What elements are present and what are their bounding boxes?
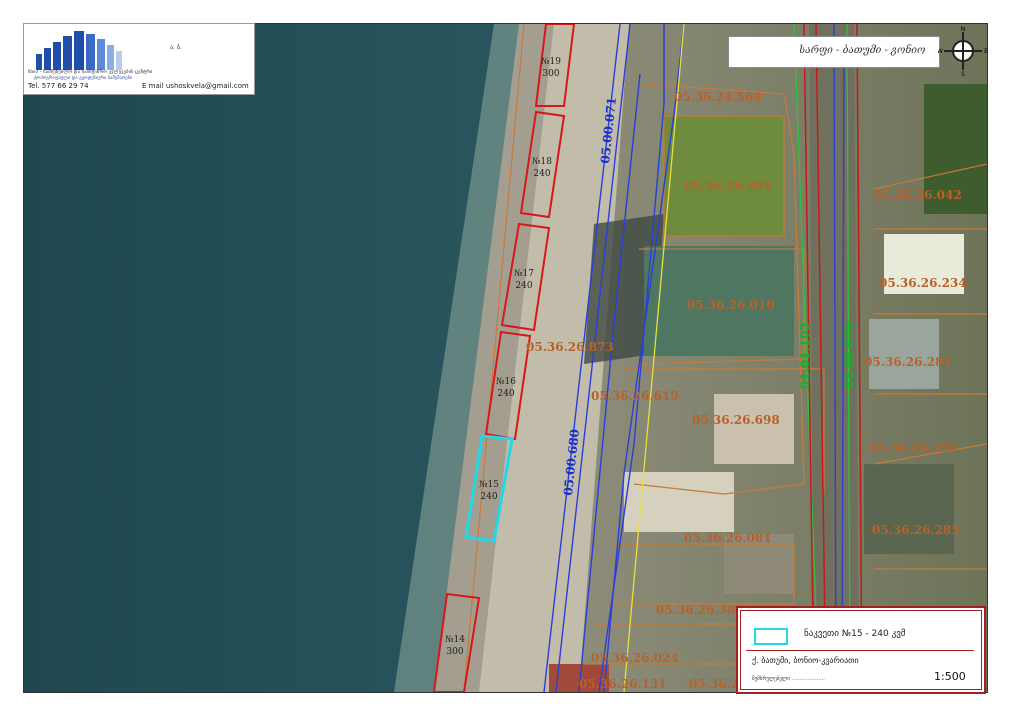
legend-swatch <box>754 628 788 645</box>
road-label-22-00-076: 22.00.076 <box>842 322 856 389</box>
lot-17-number: №17 <box>514 269 534 279</box>
parcel-label: 05.36.26.234 <box>879 276 967 290</box>
company-subtitle: ტოპოგრაფიული და გეოდეზიური სამუშაოები <box>34 76 133 81</box>
lot-15-number: №15 <box>479 480 499 490</box>
compass-n: N <box>961 26 966 33</box>
building-2 <box>714 394 794 464</box>
parcel-label: 05.36.26.081 <box>684 531 772 545</box>
map-scale: 1:500 <box>934 670 966 683</box>
lot-14-area: 300 <box>446 647 463 657</box>
company-logo-icon <box>36 31 122 70</box>
parcel-label: 05.36.26.619 <box>591 389 679 403</box>
legend-divider <box>746 650 974 651</box>
map-canvas[interactable]: №19 300 №18 240 №17 240 №16 240 №15 240 … <box>24 24 987 692</box>
parcel-label: 05.36.26.281 <box>864 355 952 369</box>
parcel-label: 05.36.26.285 <box>872 523 960 537</box>
lot-16-number: №16 <box>496 377 516 387</box>
parcel-label: 05.36.24.568 <box>674 90 762 104</box>
parcel-label: 05.36.26.024 <box>591 651 679 665</box>
compass-w: W <box>938 48 943 55</box>
parcel-label: 05.36.26.491 <box>684 179 772 193</box>
building-7 <box>864 464 954 554</box>
parcel-label: 05.36.26.873 <box>526 340 614 354</box>
legend-caption: ნაკვეთი №15 - 240 კვმ <box>804 629 906 639</box>
map-frame[interactable]: №19 300 №18 240 №17 240 №16 240 №15 240 … <box>23 23 988 693</box>
parcel-label: 05.36.26.131 <box>579 677 667 691</box>
parcel-label: 05.36.26.359 <box>869 441 957 455</box>
company-name: სსიპ - სამშენებლო და საინჟინრო კვლევების… <box>28 70 153 75</box>
lot-19-area: 300 <box>542 69 559 79</box>
lot-19-number: №19 <box>541 57 561 67</box>
parcel-label: 05.36.26.383 <box>656 603 744 617</box>
compass-s: S <box>961 71 965 76</box>
place-name-box: სარფი - ბათუმი - გონიო <box>728 36 940 68</box>
company-header: ა. ბ. სსიპ - სამშენებლო და საინჟინრო კვლ… <box>23 23 255 95</box>
place-name: სარფი - ბათუმი - გონიო <box>799 45 926 56</box>
company-abbreviation: ა. ბ. <box>170 44 182 51</box>
lot-18-number: №18 <box>532 157 552 167</box>
lot-16-area: 240 <box>497 389 514 399</box>
compass-e: E <box>984 48 988 55</box>
legend-address: ქ. ბათუმი, ბონიო-კვარიათი <box>752 656 859 665</box>
parcel-label: 05.36.26.042 <box>874 188 962 202</box>
parcel-label: 05.36.26.698 <box>692 413 780 427</box>
lot-15-area: 240 <box>480 492 497 502</box>
parcel-label: 05.36.26.010 <box>687 298 775 312</box>
road-label-01-01-103: 01.01.103 <box>798 322 812 389</box>
legend-note: შემსრულებელი ..................... <box>752 676 825 682</box>
legend-box: ნაკვეთი №15 - 240 კვმ ქ. ბათუმი, ბონიო-კ… <box>736 606 986 694</box>
lot-17-area: 240 <box>515 281 532 291</box>
lot-14-number: №14 <box>445 635 465 645</box>
company-email[interactable]: E mail ushoskvela@gmail.com <box>142 82 249 90</box>
company-phone: Tel. 577 66 29 74 <box>28 82 89 90</box>
lot-18-area: 240 <box>533 169 550 179</box>
building-6 <box>869 319 939 389</box>
garden-area <box>664 116 784 236</box>
compass-rose-icon: N S W E <box>938 26 988 76</box>
